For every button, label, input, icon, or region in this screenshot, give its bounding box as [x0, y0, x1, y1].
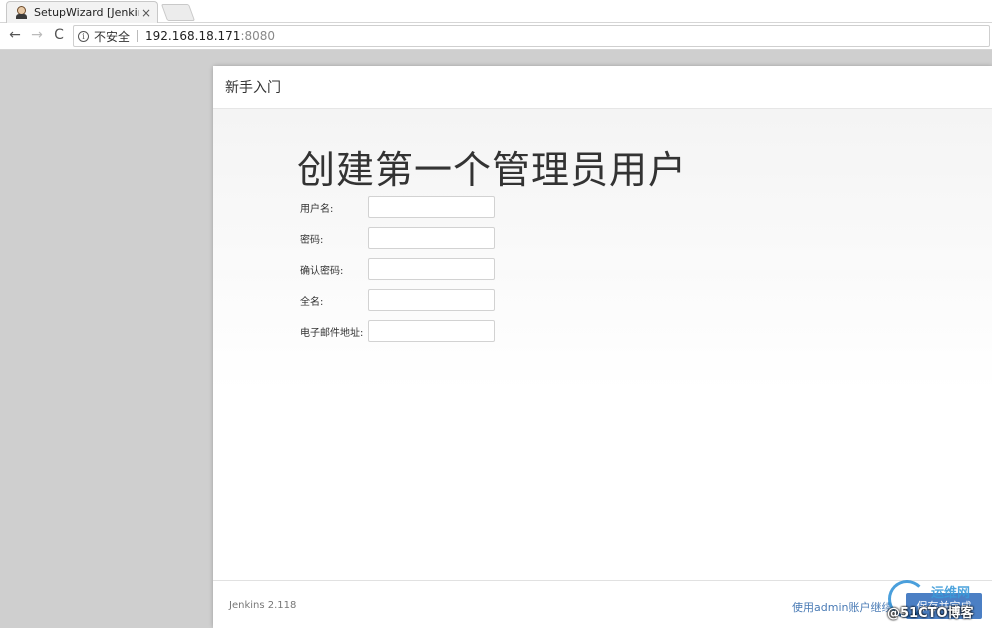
dialog-body: 创建第一个管理员用户 用户名: 密码: 确认密码: 全名: 电子邮件地址:: [213, 109, 992, 580]
insecure-label[interactable]: 不安全: [94, 28, 130, 45]
page-content: 新手入门 创建第一个管理员用户 用户名: 密码: 确认密码: 全名: 电子邮件地…: [0, 50, 992, 628]
tab-close-icon[interactable]: ×: [139, 6, 153, 20]
browser-toolbar: ← → C i 不安全 192.168.18.171 :8080: [0, 23, 992, 50]
page-title: 创建第一个管理员用户: [297, 148, 688, 192]
info-icon[interactable]: i: [78, 30, 89, 42]
password-row: 密码:: [300, 227, 495, 249]
tab-strip: SetupWizard [Jenkins] ×: [0, 0, 992, 23]
forward-icon[interactable]: →: [28, 26, 46, 44]
tab-title: SetupWizard [Jenkins]: [34, 6, 139, 19]
username-input[interactable]: [368, 196, 495, 218]
confirm-password-row: 确认密码:: [300, 258, 495, 280]
jenkins-favicon-icon: [15, 6, 28, 19]
address-separator: [137, 30, 139, 42]
jenkins-version: Jenkins 2.118: [229, 600, 297, 611]
password-label: 密码:: [300, 234, 324, 246]
address-bar[interactable]: i 不安全 192.168.18.171 :8080: [73, 25, 990, 47]
username-row: 用户名:: [300, 196, 495, 218]
setup-wizard-dialog: 新手入门 创建第一个管理员用户 用户名: 密码: 确认密码: 全名: 电子邮件地…: [213, 66, 992, 628]
password-input[interactable]: [368, 227, 495, 249]
dialog-header: 新手入门: [213, 66, 992, 109]
new-tab-button[interactable]: [160, 4, 196, 21]
continue-as-admin-link[interactable]: 使用admin账户继续: [792, 599, 892, 615]
confirm-password-input[interactable]: [368, 258, 495, 280]
save-and-finish-button[interactable]: 保存并完成: [906, 593, 982, 619]
back-icon[interactable]: ←: [6, 26, 24, 44]
email-row: 电子邮件地址:: [300, 320, 495, 342]
dialog-footer: Jenkins 2.118 使用admin账户继续 保存并完成: [213, 580, 992, 628]
email-input[interactable]: [368, 320, 495, 342]
url-port[interactable]: :8080: [240, 29, 275, 43]
fullname-row: 全名:: [300, 289, 495, 311]
browser-tab[interactable]: SetupWizard [Jenkins] ×: [6, 1, 158, 23]
email-label: 电子邮件地址:: [300, 327, 364, 339]
username-label: 用户名:: [300, 203, 334, 215]
fullname-input[interactable]: [368, 289, 495, 311]
fullname-label: 全名:: [300, 296, 324, 308]
reload-icon[interactable]: C: [50, 26, 68, 44]
url-host[interactable]: 192.168.18.171: [145, 29, 240, 43]
confirm-password-label: 确认密码:: [300, 265, 344, 277]
